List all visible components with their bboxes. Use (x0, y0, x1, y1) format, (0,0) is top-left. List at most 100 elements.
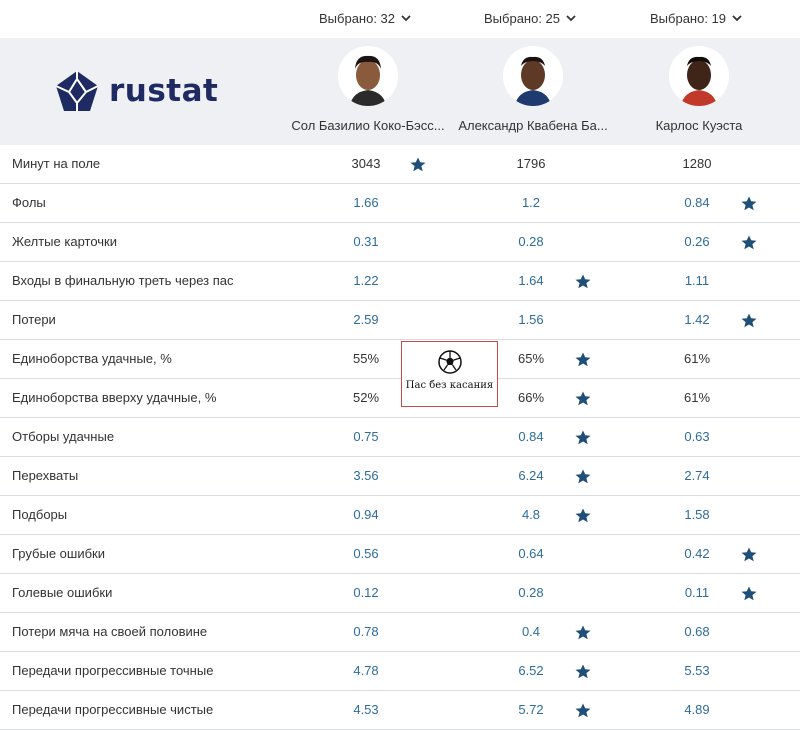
stat-label: Перехваты (12, 468, 79, 483)
best-value-star-icon (575, 274, 591, 289)
player-1-card[interactable]: Сол Базилио Коко-Бэсс... (285, 46, 451, 133)
chevron-down-icon (401, 15, 411, 22)
selector-label: Выбрано: 19 (650, 11, 727, 26)
player-avatar (669, 46, 729, 106)
stat-value-player-1: 3043 (351, 156, 381, 171)
stat-value-player-1[interactable]: 0.31 (326, 223, 406, 261)
selector-label: Выбрано: 32 (319, 11, 396, 26)
stat-value-player-2[interactable]: 1.2 (491, 184, 571, 222)
logo-mark-icon (55, 71, 99, 111)
stat-value-player-2: 65% (517, 351, 545, 366)
stat-value-player-2[interactable]: 0.28 (491, 223, 571, 261)
player-2-card[interactable]: Александр Квабена Ба... (450, 46, 616, 133)
stat-label: Входы в финальную треть через пас (12, 273, 234, 288)
best-value-star-icon (410, 157, 426, 172)
stat-value-player-2[interactable]: 1.56 (491, 301, 571, 339)
stat-value-player-1[interactable]: 4.53 (326, 691, 406, 729)
stat-value-player-1[interactable]: 0.94 (326, 496, 406, 534)
stat-row: Голевые ошибки 0.12 0.28 0.11 (0, 574, 800, 613)
best-value-star-icon (741, 586, 757, 601)
stat-row: Потери мяча на своей половине 0.78 0.4 0.68 (0, 613, 800, 652)
stat-value-player-1[interactable]: 1.66 (326, 184, 406, 222)
stat-value-player-1[interactable]: 0.12 (326, 574, 406, 612)
stat-row: Грубые ошибки 0.56 0.64 0.42 (0, 535, 800, 574)
chevron-down-icon (732, 15, 742, 22)
stat-value-player-2: 1796 (516, 156, 546, 171)
stat-value-player-1: 52% (352, 390, 380, 405)
stat-value-player-3[interactable]: 1.11 (657, 262, 737, 300)
best-value-star-icon (741, 313, 757, 328)
stat-value-player-2[interactable]: 6.24 (491, 457, 571, 495)
chevron-down-icon (566, 15, 576, 22)
stat-value-player-2[interactable]: 1.64 (491, 262, 571, 300)
stat-value-player-3[interactable]: 1.58 (657, 496, 737, 534)
player-name: Карлос Куэста (655, 118, 743, 133)
stat-value-player-2[interactable]: 0.4 (491, 613, 571, 651)
player-2-selector[interactable]: Выбрано: 25 (484, 11, 576, 26)
stat-label: Единоборства удачные, % (12, 351, 172, 366)
stat-value-player-3[interactable]: 0.11 (657, 574, 737, 612)
stat-value-player-3[interactable]: 0.84 (657, 184, 737, 222)
player-3-card[interactable]: Карлос Куэста (616, 46, 782, 133)
stat-value-player-1[interactable]: 4.78 (326, 652, 406, 690)
stat-value-player-3: 61% (683, 390, 711, 405)
stat-label: Подборы (12, 507, 68, 522)
stat-value-player-3[interactable]: 0.26 (657, 223, 737, 261)
stat-value-player-2[interactable]: 0.28 (491, 574, 571, 612)
stat-label: Потери мяча на своей половине (12, 624, 208, 639)
player-name: Александр Квабена Ба... (458, 118, 608, 133)
best-value-star-icon (575, 664, 591, 679)
player-avatar (338, 46, 398, 106)
watermark-text: Пас без касания (405, 380, 494, 391)
selector-label: Выбрано: 25 (484, 11, 561, 26)
player-3-selector[interactable]: Выбрано: 19 (650, 11, 742, 26)
best-value-star-icon (741, 196, 757, 211)
stat-value-player-2[interactable]: 6.52 (491, 652, 571, 690)
stat-value-player-1[interactable]: 2.59 (326, 301, 406, 339)
stat-value-player-2[interactable]: 4.8 (491, 496, 571, 534)
stat-label: Отборы удачные (12, 429, 115, 444)
best-value-star-icon (575, 625, 591, 640)
stat-value-player-3: 61% (683, 351, 711, 366)
best-value-star-icon (575, 430, 591, 445)
stat-value-player-1[interactable]: 0.75 (326, 418, 406, 456)
stat-row: Желтые карточки 0.31 0.28 0.26 (0, 223, 800, 262)
stat-value-player-3[interactable]: 1.42 (657, 301, 737, 339)
rustat-logo[interactable]: rustat (55, 70, 218, 112)
stat-value-player-3[interactable]: 5.53 (657, 652, 737, 690)
best-value-star-icon (741, 235, 757, 250)
best-value-star-icon (741, 547, 757, 562)
player-name: Сол Базилио Коко-Бэсс... (291, 118, 445, 133)
stat-value-player-1[interactable]: 0.56 (326, 535, 406, 573)
stat-row: Входы в финальную треть через пас 1.22 1.6… (0, 262, 800, 301)
stat-label: Голевые ошибки (12, 585, 113, 600)
stat-value-player-1: 55% (352, 351, 380, 366)
stat-row: Единоборства удачные, % 55% 65% 61% (0, 340, 800, 379)
stat-label: Минут на поле (12, 156, 101, 171)
stat-value-player-2[interactable]: 0.64 (491, 535, 571, 573)
stat-value-player-1[interactable]: 0.78 (326, 613, 406, 651)
stat-value-player-3[interactable]: 0.63 (657, 418, 737, 456)
watermark: Пас без касания (401, 341, 498, 407)
selector-row: Выбрано: 32 Выбрано: 25 Выбрано: 19 (0, 0, 800, 38)
stat-value-player-2[interactable]: 5.72 (491, 691, 571, 729)
best-value-star-icon (575, 352, 591, 367)
stat-value-player-3[interactable]: 2.74 (657, 457, 737, 495)
stat-row: Перехваты 3.56 6.24 2.74 (0, 457, 800, 496)
stat-label: Фолы (12, 195, 46, 210)
best-value-star-icon (575, 469, 591, 484)
stat-value-player-1[interactable]: 3.56 (326, 457, 406, 495)
stats-table: Минут на поле 3043 1796 1280 Фолы 1.66 1.2 0.84… (0, 145, 800, 730)
stat-value-player-3[interactable]: 4.89 (657, 691, 737, 729)
comparison-header: rustat Сол Базилио Коко-Бэсс... Александ… (0, 38, 800, 145)
stat-row: Единоборства вверху удачные, % 52% 66% 61% (0, 379, 800, 418)
stat-value-player-3: 1280 (682, 156, 712, 171)
stat-value-player-1[interactable]: 1.22 (326, 262, 406, 300)
stat-value-player-3[interactable]: 0.42 (657, 535, 737, 573)
best-value-star-icon (575, 703, 591, 718)
stat-label: Грубые ошибки (12, 546, 105, 561)
stat-value-player-2[interactable]: 0.84 (491, 418, 571, 456)
player-1-selector[interactable]: Выбрано: 32 (319, 11, 411, 26)
stat-value-player-3[interactable]: 0.68 (657, 613, 737, 651)
stat-label: Передачи прогрессивные чистые (12, 702, 214, 717)
